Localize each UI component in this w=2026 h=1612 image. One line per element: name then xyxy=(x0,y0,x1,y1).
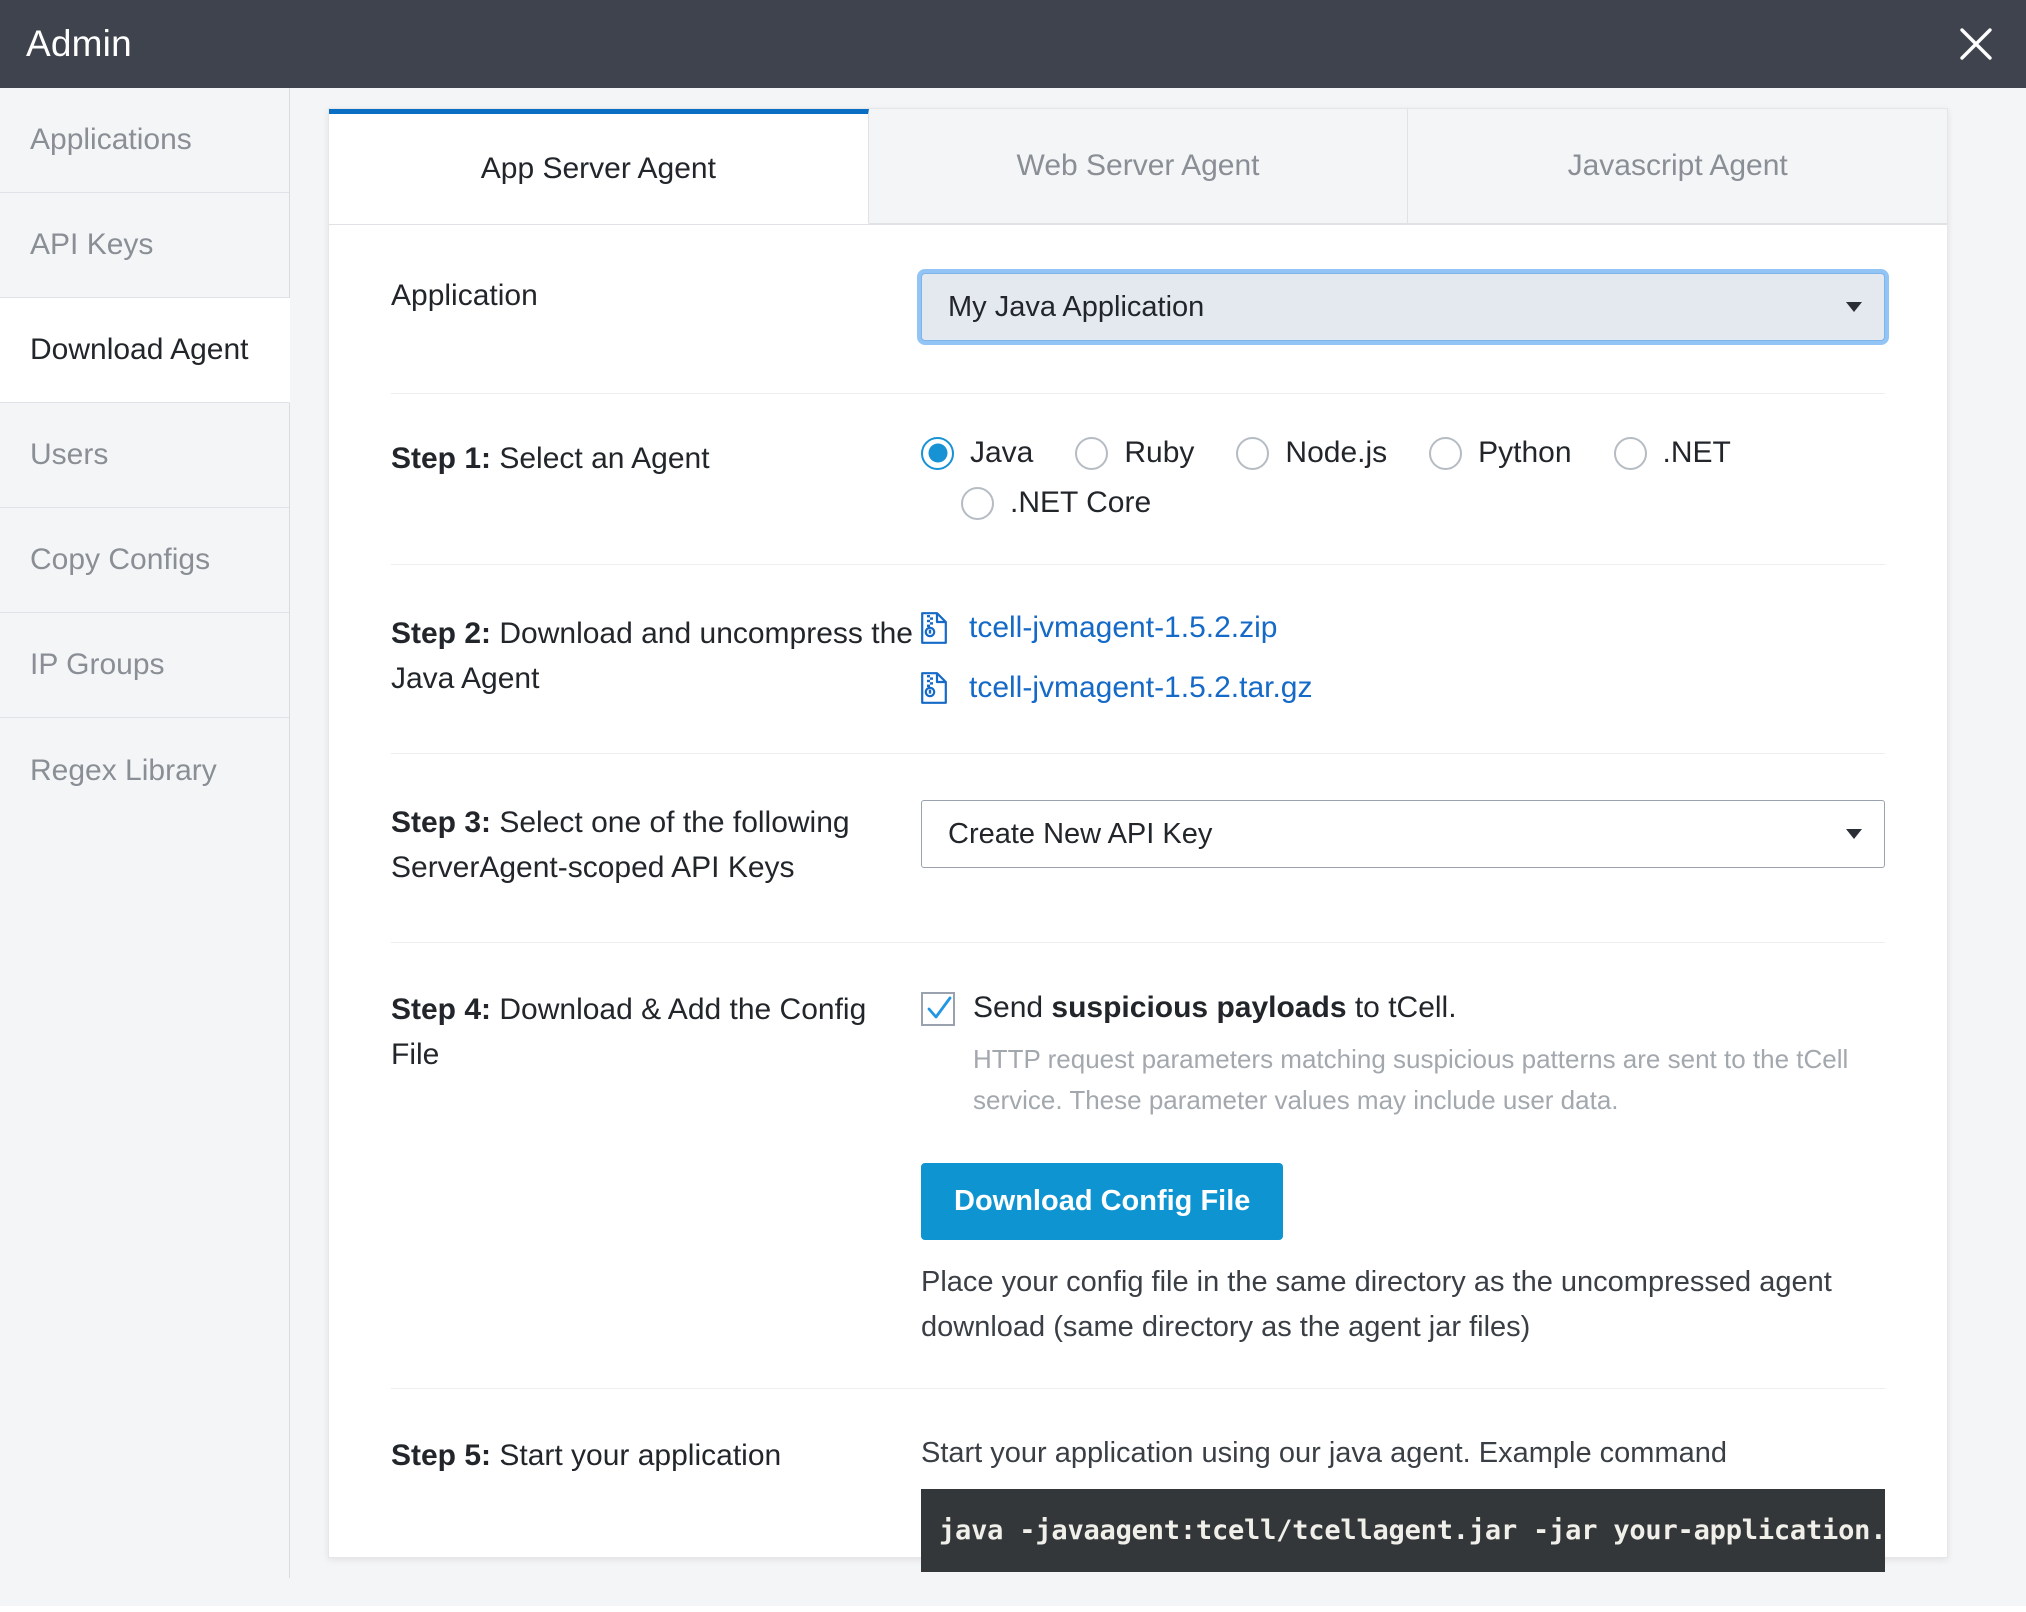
step3-label-bold: Step 3: xyxy=(391,806,491,839)
sidebar-item-label: Copy Configs xyxy=(30,543,210,577)
radio-option-python[interactable]: Python xyxy=(1429,436,1571,470)
agent-radio-row-1: Java Ruby Node.js Python xyxy=(921,436,1885,470)
radio-label: Python xyxy=(1478,436,1571,470)
step1-row: Step 1: Select an Agent Java Ruby xyxy=(391,394,1885,565)
application-select[interactable]: My Java Application xyxy=(921,273,1885,341)
sidebar-item-copy-configs[interactable]: Copy Configs xyxy=(0,508,289,613)
chevron-down-icon xyxy=(1846,829,1862,839)
radio-option-java[interactable]: Java xyxy=(921,436,1033,470)
tab-javascript-agent[interactable]: Javascript Agent xyxy=(1408,109,1947,224)
download-link-targz[interactable]: tcell-jvmagent-1.5.2.tar.gz xyxy=(921,671,1885,705)
tab-web-server-agent[interactable]: Web Server Agent xyxy=(869,109,1409,224)
step4-field: Send suspicious payloads to tCell. HTTP … xyxy=(921,987,1885,1350)
step5-row: Step 5: Start your application Start you… xyxy=(391,1389,1885,1612)
api-key-select[interactable]: Create New API Key xyxy=(921,800,1885,868)
sidebar-item-label: Download Agent xyxy=(30,333,249,367)
radio-icon xyxy=(1075,437,1108,470)
cb-text-pre: Send xyxy=(973,991,1051,1024)
download-link-zip[interactable]: tcell-jvmagent-1.5.2.zip xyxy=(921,611,1885,645)
page-body: Applications API Keys Download Agent Use… xyxy=(0,88,2026,1606)
radio-icon xyxy=(1236,437,1269,470)
step3-label: Step 3: Select one of the following Serv… xyxy=(391,800,921,890)
sidebar-item-api-keys[interactable]: API Keys xyxy=(0,193,289,298)
radio-label: Ruby xyxy=(1124,436,1194,470)
radio-icon xyxy=(1429,437,1462,470)
page-title: Admin xyxy=(26,23,132,65)
application-select-value: My Java Application xyxy=(948,291,1204,324)
step2-row: Step 2: Download and uncompress the Java… xyxy=(391,565,1885,754)
tab-label: Web Server Agent xyxy=(1017,149,1260,183)
download-link-label: tcell-jvmagent-1.5.2.zip xyxy=(969,611,1277,645)
step3-row: Step 3: Select one of the following Serv… xyxy=(391,754,1885,943)
step5-label-rest: Start your application xyxy=(491,1439,781,1472)
agent-radio-group: Java Ruby Node.js Python xyxy=(921,436,1885,520)
step5-label: Step 5: Start your application xyxy=(391,1433,921,1478)
step1-label: Step 1: Select an Agent xyxy=(391,436,921,481)
content-card: App Server Agent Web Server Agent Javasc… xyxy=(328,108,1948,1558)
sidebar-item-label: API Keys xyxy=(30,228,153,262)
chevron-down-icon xyxy=(1846,302,1862,312)
step4-row: Step 4: Download & Add the Config File S… xyxy=(391,943,1885,1389)
application-field: My Java Application xyxy=(921,273,1885,341)
sidebar-item-users[interactable]: Users xyxy=(0,403,289,508)
sidebar: Applications API Keys Download Agent Use… xyxy=(0,88,290,1578)
application-label: Application xyxy=(391,273,921,318)
step2-label-bold: Step 2: xyxy=(391,617,491,650)
radio-label: .NET Core xyxy=(1010,486,1151,520)
radio-label: Node.js xyxy=(1285,436,1387,470)
agent-setup-form: Application My Java Application Step 1: … xyxy=(329,225,1947,1612)
zip-file-icon xyxy=(921,612,947,644)
start-app-command[interactable]: java -javaagent:tcell/tcellagent.jar -ja… xyxy=(921,1489,1885,1572)
radio-option-dotnet-core[interactable]: .NET Core xyxy=(961,486,1151,520)
step5-label-bold: Step 5: xyxy=(391,1439,491,1472)
radio-label: Java xyxy=(970,436,1033,470)
sidebar-item-label: Regex Library xyxy=(30,754,217,788)
api-key-field: Create New API Key xyxy=(921,800,1885,868)
radio-option-dotnet[interactable]: .NET xyxy=(1614,436,1731,470)
cb-text-bold: suspicious payloads xyxy=(1051,991,1346,1024)
suspicious-payloads-checkbox[interactable] xyxy=(921,992,955,1026)
download-config-file-button[interactable]: Download Config File xyxy=(921,1163,1283,1240)
start-app-instruction: Start your application using our java ag… xyxy=(921,1433,1885,1473)
download-links: tcell-jvmagent-1.5.2.zip xyxy=(921,611,1885,705)
config-file-note: Place your config file in the same direc… xyxy=(921,1260,1885,1350)
application-row: Application My Java Application xyxy=(391,225,1885,394)
sidebar-item-ip-groups[interactable]: IP Groups xyxy=(0,613,289,718)
radio-option-nodejs[interactable]: Node.js xyxy=(1236,436,1387,470)
cb-text-post: to tCell. xyxy=(1347,991,1457,1024)
sidebar-item-label: Applications xyxy=(30,123,192,157)
checkmark-icon xyxy=(925,995,953,1023)
step1-label-rest: Select an Agent xyxy=(491,442,710,475)
agent-radio-row-2: .NET Core xyxy=(921,486,1885,520)
step1-label-bold: Step 1: xyxy=(391,442,491,475)
radio-icon xyxy=(961,487,994,520)
tab-label: Javascript Agent xyxy=(1568,149,1788,183)
step4-label: Step 4: Download & Add the Config File xyxy=(391,987,921,1077)
radio-icon xyxy=(1614,437,1647,470)
sidebar-item-label: IP Groups xyxy=(30,648,165,682)
api-key-select-value: Create New API Key xyxy=(948,818,1212,851)
step2-label: Step 2: Download and uncompress the Java… xyxy=(391,611,921,701)
download-link-label: tcell-jvmagent-1.5.2.tar.gz xyxy=(969,671,1313,705)
sidebar-item-applications[interactable]: Applications xyxy=(0,88,289,193)
suspicious-payloads-label: Send suspicious payloads to tCell. xyxy=(973,987,1457,1029)
radio-option-ruby[interactable]: Ruby xyxy=(1075,436,1194,470)
suspicious-payloads-description: HTTP request parameters matching suspici… xyxy=(973,1039,1885,1121)
step4-label-bold: Step 4: xyxy=(391,993,491,1026)
window-titlebar: Admin xyxy=(0,0,2026,88)
zip-file-icon xyxy=(921,672,947,704)
tab-bar: App Server Agent Web Server Agent Javasc… xyxy=(329,109,1947,225)
sidebar-item-label: Users xyxy=(30,438,108,472)
sidebar-item-regex-library[interactable]: Regex Library xyxy=(0,718,289,823)
tab-app-server-agent[interactable]: App Server Agent xyxy=(329,109,869,224)
tab-label: App Server Agent xyxy=(481,152,716,186)
close-icon xyxy=(1956,24,1996,64)
radio-label: .NET xyxy=(1663,436,1731,470)
close-button[interactable] xyxy=(1950,18,2002,70)
suspicious-payloads-row: Send suspicious payloads to tCell. xyxy=(921,987,1885,1029)
radio-icon xyxy=(921,437,954,470)
sidebar-item-download-agent[interactable]: Download Agent xyxy=(0,298,290,403)
step5-field: Start your application using our java ag… xyxy=(921,1433,1885,1572)
